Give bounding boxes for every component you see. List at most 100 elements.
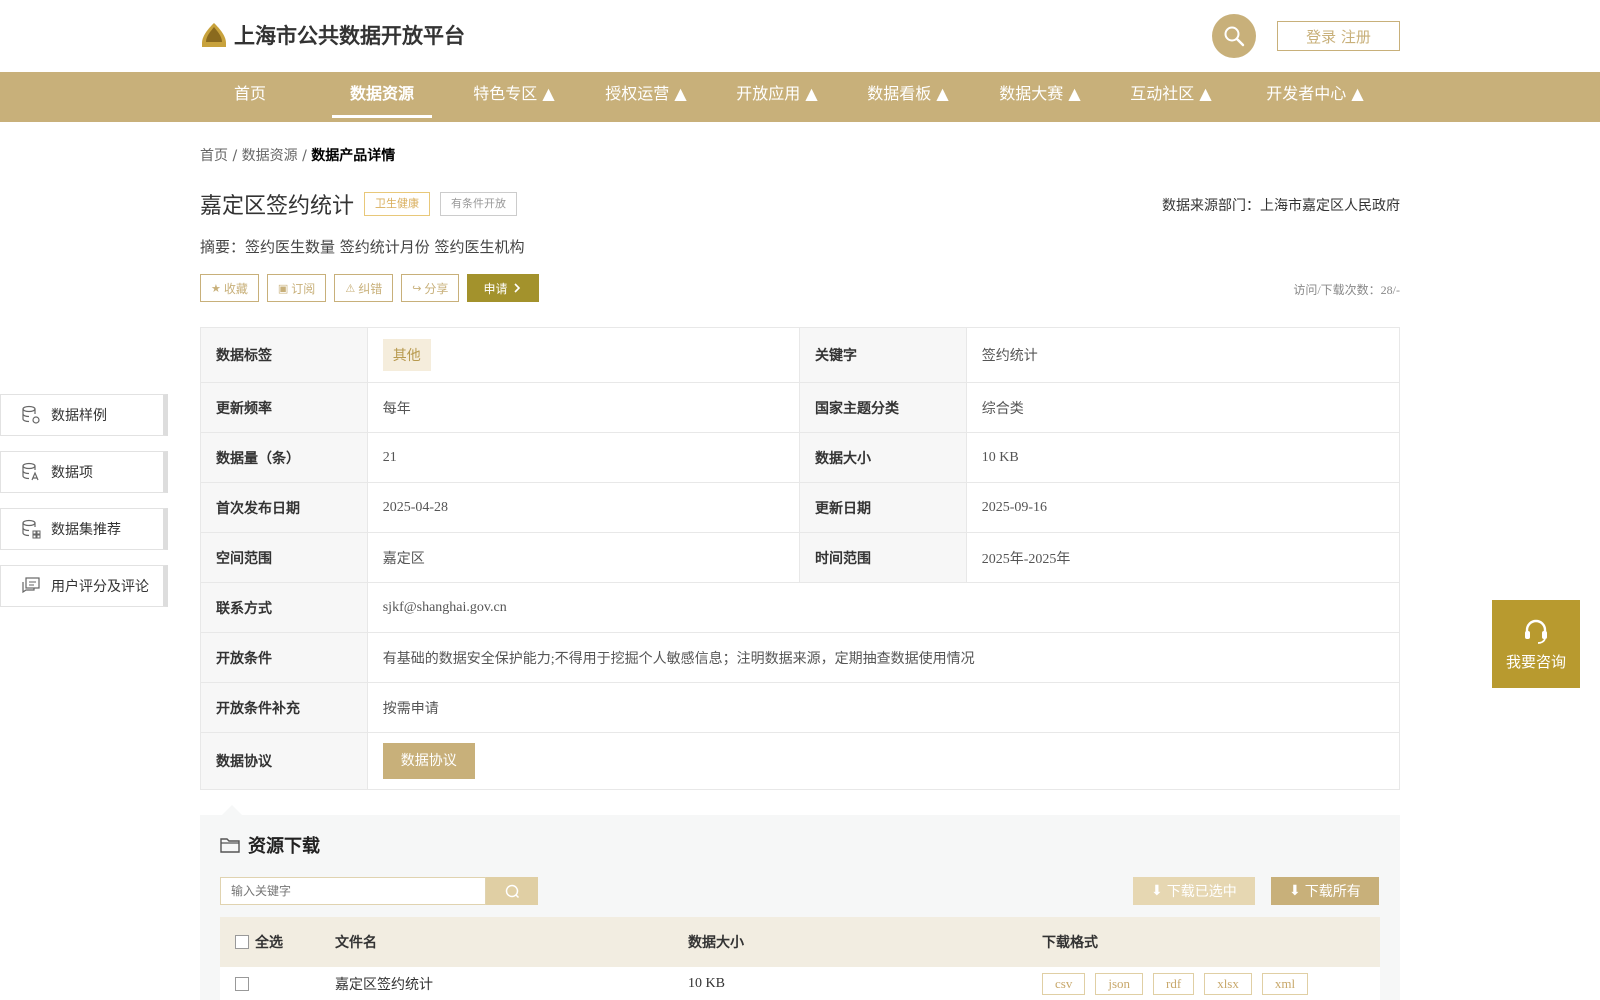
sidebar-item-label: 数据项	[51, 465, 93, 481]
sidebar-item-label: 数据样例	[51, 408, 107, 424]
column-header-formats: 下载格式	[1042, 935, 1098, 951]
select-all-checkbox[interactable]	[235, 935, 249, 949]
data-agreement-button[interactable]: 数据协议	[382, 743, 475, 779]
field-label: 首次发布日期	[201, 483, 368, 532]
column-header-filename: 文件名	[335, 935, 377, 951]
report-error-button[interactable]: ⚠ 纠错	[334, 274, 394, 302]
sidebar-item-label: 数据集推荐	[51, 522, 121, 538]
field-label: 关键字	[800, 328, 967, 382]
share-label: 分享	[424, 281, 449, 296]
table-row: 开放条件补充 按需申请	[201, 683, 1399, 733]
subscribe-button[interactable]: ▣ 订阅	[266, 274, 327, 302]
format-xlsx-button[interactable]: xlsx	[1204, 972, 1252, 995]
field-value: 嘉定区	[368, 533, 800, 582]
report-label: 纠错	[358, 281, 383, 296]
contact-email[interactable]: sjkf@shanghai.gov.cn	[368, 583, 1399, 632]
download-icon: ⬇	[1289, 883, 1301, 899]
section-pointer	[222, 805, 242, 815]
file-name: 嘉定区签约统计	[335, 977, 433, 993]
breadcrumb: 首页 / 数据资源 / 数据产品详情	[200, 145, 395, 165]
row-checkbox[interactable]	[235, 976, 249, 991]
sidebar-item-dataset-recommend[interactable]: 数据集推荐	[0, 508, 168, 550]
format-xml-button[interactable]: xml	[1261, 972, 1309, 995]
warning-icon: ⚠	[345, 281, 356, 295]
field-label: 更新日期	[800, 483, 967, 532]
field-label: 国家主题分类	[800, 383, 967, 432]
database-text-icon	[22, 462, 39, 481]
table-row: 开放条件 有基础的数据安全保护能力;不得用于挖掘个人敏感信息；注明数据来源，定期…	[201, 633, 1399, 683]
field-label: 时间范围	[800, 533, 967, 582]
download-selected-button[interactable]: ⬇ 下载已选中	[1133, 877, 1255, 905]
nav-item-competition[interactable]: 数据大赛 ▲	[988, 72, 1092, 122]
field-value: 签约统计	[981, 349, 1038, 364]
breadcrumb-resources[interactable]: 数据资源	[242, 148, 298, 164]
search-button[interactable]	[1212, 14, 1256, 58]
main-nav: 首页 数据资源 特色专区 ▲ 授权运营 ▲ 开放应用 ▲ 数据看板 ▲ 数据大赛…	[0, 72, 1600, 122]
table-row: 数据协议 数据协议	[201, 733, 1399, 789]
consult-label: 我要咨询	[1505, 652, 1566, 671]
nav-item-developer[interactable]: 开发者中心 ▲	[1250, 72, 1380, 122]
open-type-tag: 有条件开放	[440, 192, 518, 216]
visit-download-count: 访问/下载次数：28/-	[1293, 283, 1400, 297]
nav-item-special-zone[interactable]: 特色专区 ▲	[462, 72, 566, 122]
site-title: 上海市公共数据开放平台	[234, 24, 465, 48]
field-label: 更新频率	[201, 383, 368, 432]
nav-item-community[interactable]: 互动社区 ▲	[1119, 72, 1223, 122]
nav-item-data-resources[interactable]: 数据资源	[332, 72, 432, 122]
sidebar-item-ratings-comments[interactable]: 用户评分及评论	[0, 565, 168, 607]
data-tag-pill[interactable]: 其他	[382, 339, 431, 371]
bookmark-icon: ▣	[277, 281, 289, 295]
subscribe-label: 订阅	[291, 281, 316, 296]
download-title: 资源下载	[248, 836, 320, 857]
format-json-button[interactable]: json	[1095, 972, 1144, 995]
field-label: 数据标签	[201, 328, 368, 382]
field-value: 按需申请	[382, 701, 439, 717]
share-button[interactable]: ↪ 分享	[401, 274, 460, 302]
sidebar-item-data-items[interactable]: 数据项	[0, 451, 168, 493]
sidebar-item-data-sample[interactable]: 数据样例	[0, 394, 168, 436]
field-label: 开放条件补充	[201, 683, 368, 732]
apply-button[interactable]: 申请	[467, 274, 540, 302]
action-bar: ★ 收藏 ▣ 订阅 ⚠ 纠错 ↪ 分享 申请	[200, 274, 540, 302]
nav-item-dashboard[interactable]: 数据看板 ▲	[856, 72, 960, 122]
download-all-label: 下载所有	[1304, 884, 1361, 900]
favorite-label: 收藏	[223, 281, 248, 296]
table-row: 首次发布日期 2025-04-28 更新日期 2025-09-16	[201, 483, 1399, 533]
file-search-button[interactable]	[486, 877, 538, 905]
file-size: 10 KB	[688, 975, 725, 991]
download-icon: ⬇	[1151, 883, 1163, 899]
nav-item-open-apps[interactable]: 开放应用 ▲	[725, 72, 829, 122]
logo-icon	[202, 23, 226, 47]
format-csv-button[interactable]: csv	[1042, 972, 1086, 995]
nav-item-home[interactable]: 首页	[200, 72, 300, 122]
sidebar-item-label: 用户评分及评论	[51, 579, 149, 595]
database-grid-icon	[22, 519, 41, 539]
file-table-header: 全选 文件名 数据大小 下载格式	[220, 917, 1380, 967]
format-rdf-button[interactable]: rdf	[1153, 972, 1195, 995]
product-title-row: 嘉定区签约统计 卫生健康 有条件开放	[200, 188, 518, 220]
breadcrumb-current: 数据产品详情	[311, 148, 396, 164]
format-list: csv json rdf xlsx xml	[1042, 972, 1318, 995]
login-register-button[interactable]: 登录 注册	[1277, 21, 1400, 51]
download-all-button[interactable]: ⬇ 下载所有	[1271, 877, 1379, 905]
file-search-input[interactable]	[220, 877, 486, 905]
star-icon: ★	[211, 281, 221, 295]
field-value: 10 KB	[981, 449, 1019, 465]
field-label: 数据协议	[201, 733, 368, 789]
site-logo[interactable]: 上海市公共数据开放平台	[200, 20, 465, 50]
select-all-cell: 全选	[220, 932, 335, 952]
download-section: 资源下载 ⬇下载已选中 ⬇下载所有 全选 文件名 数据大小 下载格式 嘉定区签约…	[200, 805, 1400, 1000]
field-value: 2025-09-16	[981, 499, 1048, 515]
comment-icon	[22, 577, 40, 594]
nav-item-authorized-ops[interactable]: 授权运营 ▲	[594, 72, 698, 122]
favorite-button[interactable]: ★ 收藏	[200, 274, 259, 302]
column-header-size: 数据大小	[688, 935, 744, 951]
consult-button[interactable]: 我要咨询	[1492, 600, 1580, 688]
breadcrumb-home[interactable]: 首页	[200, 148, 228, 164]
search-icon	[505, 884, 520, 899]
download-heading: 资源下载	[220, 832, 320, 858]
product-summary: 摘要：签约医生数量 签约统计月份 签约医生机构	[200, 238, 525, 256]
chevron-right-icon	[514, 283, 521, 293]
breadcrumb-separator: /	[297, 148, 312, 164]
database-gear-icon	[22, 405, 40, 424]
